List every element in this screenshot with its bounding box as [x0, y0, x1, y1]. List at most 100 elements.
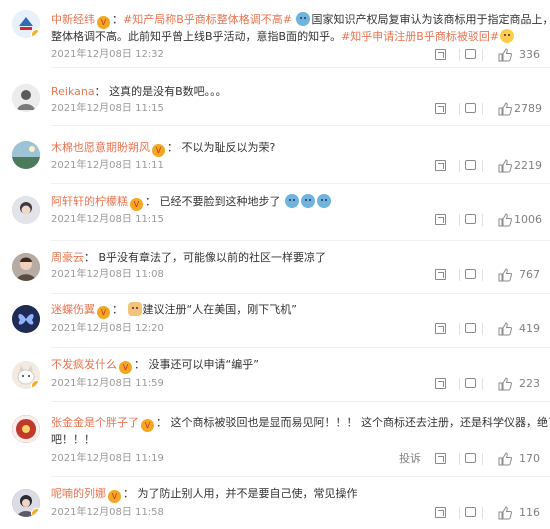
like-count: 336: [519, 48, 540, 61]
reply-icon[interactable]: [465, 453, 476, 463]
reply-icon[interactable]: [465, 507, 476, 517]
divider: [51, 347, 550, 348]
reply-icon[interactable]: [465, 269, 476, 279]
comment-text: 这真的是没有B数吧。。。: [109, 85, 227, 98]
avatar[interactable]: [12, 489, 40, 517]
comment-meta: 2021年12月08日 12:20 419: [51, 321, 540, 337]
user-avatar-icon: [12, 196, 40, 224]
comment-meta: 2021年12月08日 11:15 1006: [51, 212, 542, 228]
verified-icon: [31, 380, 40, 389]
vip-badge-icon: V: [97, 306, 110, 319]
like-count: 419: [519, 322, 540, 335]
avatar[interactable]: [12, 196, 40, 224]
avatar[interactable]: [12, 10, 40, 38]
emoji-icon: [317, 194, 331, 208]
like-count: 116: [519, 506, 540, 519]
timestamp: 2021年12月08日 11:15: [51, 103, 164, 114]
like-icon[interactable]: [498, 322, 512, 336]
username[interactable]: 阿轩轩的柠檬糕: [51, 195, 128, 208]
timestamp: 2021年12月08日 11:15: [51, 214, 164, 225]
timestamp: 2021年12月08日 11:08: [51, 269, 164, 280]
avatar[interactable]: [12, 141, 40, 169]
share-icon[interactable]: [435, 453, 446, 464]
share-icon[interactable]: [435, 49, 446, 60]
reply-icon[interactable]: [465, 160, 476, 170]
reply-icon[interactable]: [465, 214, 476, 224]
cat-emoji-icon: [127, 302, 142, 316]
share-icon[interactable]: [435, 378, 446, 389]
avatar[interactable]: [12, 84, 40, 112]
divider: [51, 183, 550, 184]
emoji-icon: [285, 194, 299, 208]
comment-meta: 2021年12月08日 11:11 2219: [51, 158, 542, 174]
comment-text: B乎没有章法了，可能像以前的社区一样要凉了: [98, 251, 327, 264]
avatar[interactable]: [12, 415, 40, 443]
username[interactable]: 木棉也愿意期盼朔风: [51, 141, 150, 154]
vip-badge-icon: V: [152, 144, 165, 157]
topic-link[interactable]: #知乎申请注册B乎商标被驳回#: [341, 30, 499, 43]
share-icon[interactable]: [435, 507, 446, 518]
share-icon[interactable]: [435, 160, 446, 171]
like-count: 767: [519, 268, 540, 281]
verified-icon: [31, 29, 40, 38]
like-icon[interactable]: [498, 213, 512, 227]
share-icon[interactable]: [435, 323, 446, 334]
username[interactable]: 呢喃的列娜: [51, 487, 106, 500]
avatar[interactable]: [12, 361, 40, 389]
reply-icon[interactable]: [465, 378, 476, 388]
comment-text-continued: 整体格调不高。此前知乎曾上线B乎活动，意指B面的知乎。: [51, 30, 342, 43]
like-icon[interactable]: [498, 268, 512, 282]
timestamp: 2021年12月08日 11:11: [51, 160, 164, 171]
emoji-icon: [500, 29, 515, 43]
user-avatar-icon: [12, 84, 40, 112]
like-icon[interactable]: [498, 452, 512, 466]
username[interactable]: 周豪云: [51, 251, 84, 264]
comment-text: 国家知识产权局复审认为该商标用于指定商品上，: [311, 13, 550, 26]
comment-text: 没事还可以申请“编乎”: [148, 358, 259, 371]
username[interactable]: Reikana: [51, 85, 95, 98]
like-count: 223: [519, 377, 540, 390]
butterfly-avatar-icon: [12, 305, 40, 333]
like-count: 1006: [514, 213, 542, 226]
like-icon[interactable]: [498, 102, 512, 116]
avatar[interactable]: [12, 305, 40, 333]
share-icon[interactable]: [435, 269, 446, 280]
timestamp: 2021年12月08日 11:59: [51, 378, 164, 389]
share-icon[interactable]: [435, 103, 446, 114]
avatar[interactable]: [12, 253, 40, 281]
verified-icon: [31, 508, 40, 517]
like-icon[interactable]: [498, 48, 512, 62]
vip-badge-icon: V: [119, 361, 132, 374]
report-link[interactable]: 投诉: [399, 451, 421, 467]
comment-text-continued: 吧！！！: [51, 433, 95, 446]
user-avatar-icon: [12, 253, 40, 281]
vip-badge-icon: V: [130, 198, 143, 211]
topic-link[interactable]: #知产局称B乎商标整体格调不高#: [123, 13, 292, 26]
username[interactable]: 中新经纬: [51, 13, 95, 26]
like-count: 170: [519, 452, 540, 465]
comment-text: 这个商标被驳回也是显而易见阿！！！ 这个商标还去注册，还是科学仪器，绝了: [170, 416, 550, 429]
username[interactable]: 迷蝶伤翼: [51, 303, 95, 316]
share-icon[interactable]: [435, 214, 446, 225]
emoji-icon: [301, 194, 315, 208]
comment-meta: 2021年12月08日 11:15 2789: [51, 101, 542, 117]
divider: [51, 293, 550, 294]
comment-text: 已经不要脸到这种地步了: [159, 195, 281, 208]
like-icon[interactable]: [498, 506, 512, 520]
like-count: 2789: [514, 102, 542, 115]
like-count: 2219: [514, 159, 542, 172]
timestamp: 2021年12月08日 12:20: [51, 323, 164, 334]
like-icon[interactable]: [498, 159, 512, 173]
divider: [51, 125, 550, 126]
comment-meta: 2021年12月08日 11:08 767: [51, 267, 540, 283]
reply-icon[interactable]: [465, 103, 476, 113]
user-avatar-icon: [12, 415, 40, 443]
reply-icon[interactable]: [465, 49, 476, 59]
like-icon[interactable]: [498, 377, 512, 391]
comment-meta: 2021年12月08日 11:19 投诉 170: [51, 451, 540, 467]
reply-icon[interactable]: [465, 323, 476, 333]
divider: [51, 67, 550, 68]
comment-list: 中新经纬 V ：#知产局称B乎商标整体格调不高# 国家知识产权局复审认为该商标用于指…: [0, 0, 550, 529]
username[interactable]: 不发疯发什么: [51, 358, 117, 371]
username[interactable]: 张金金是个胖子了: [51, 416, 139, 429]
